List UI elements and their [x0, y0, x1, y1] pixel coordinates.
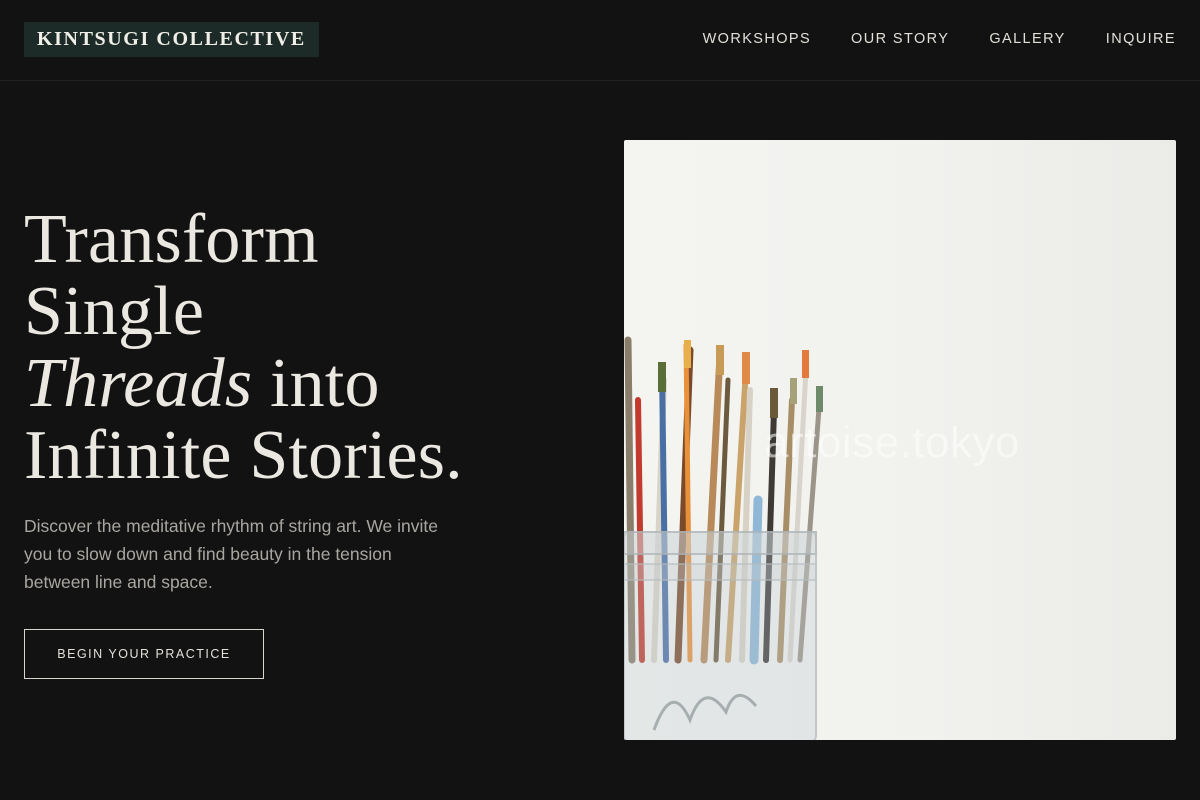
glass-jar	[624, 531, 817, 740]
nav-link-our-story[interactable]: OUR STORY	[851, 29, 949, 49]
site-logo[interactable]: KINTSUGI COLLECTIVE	[24, 22, 319, 57]
site-header: KINTSUGI COLLECTIVE WORKSHOPS OUR STORY …	[0, 0, 1200, 81]
hero-heading-line-1: Transform	[24, 201, 319, 278]
image-watermark: artoise.tokyo	[764, 418, 1020, 467]
main-nav: WORKSHOPS OUR STORY GALLERY INQUIRE	[703, 29, 1176, 49]
hero-heading: Transform Single Threads into Infinite S…	[24, 204, 584, 492]
nav-link-gallery[interactable]: GALLERY	[989, 29, 1065, 49]
nav-link-workshops[interactable]: WORKSHOPS	[703, 29, 811, 49]
begin-practice-button[interactable]: BEGIN YOUR PRACTICE	[24, 629, 264, 679]
hero-heading-italic-word: Threads	[24, 345, 253, 422]
brush-tips-group	[658, 340, 823, 418]
hero-heading-line-3-rest: into	[252, 345, 380, 422]
page: KINTSUGI COLLECTIVE WORKSHOPS OUR STORY …	[0, 0, 1200, 800]
hero-heading-line-3: Threads into	[24, 348, 584, 420]
hero-heading-line-2: Single	[24, 273, 205, 350]
nav-link-inquire[interactable]: INQUIRE	[1106, 29, 1176, 49]
hero-image-paintbrushes: artoise.tokyo	[624, 140, 1176, 740]
hero-subtext: Discover the meditative rhythm of string…	[24, 516, 438, 592]
hero-heading-line-4: Infinite Stories.	[24, 417, 463, 494]
